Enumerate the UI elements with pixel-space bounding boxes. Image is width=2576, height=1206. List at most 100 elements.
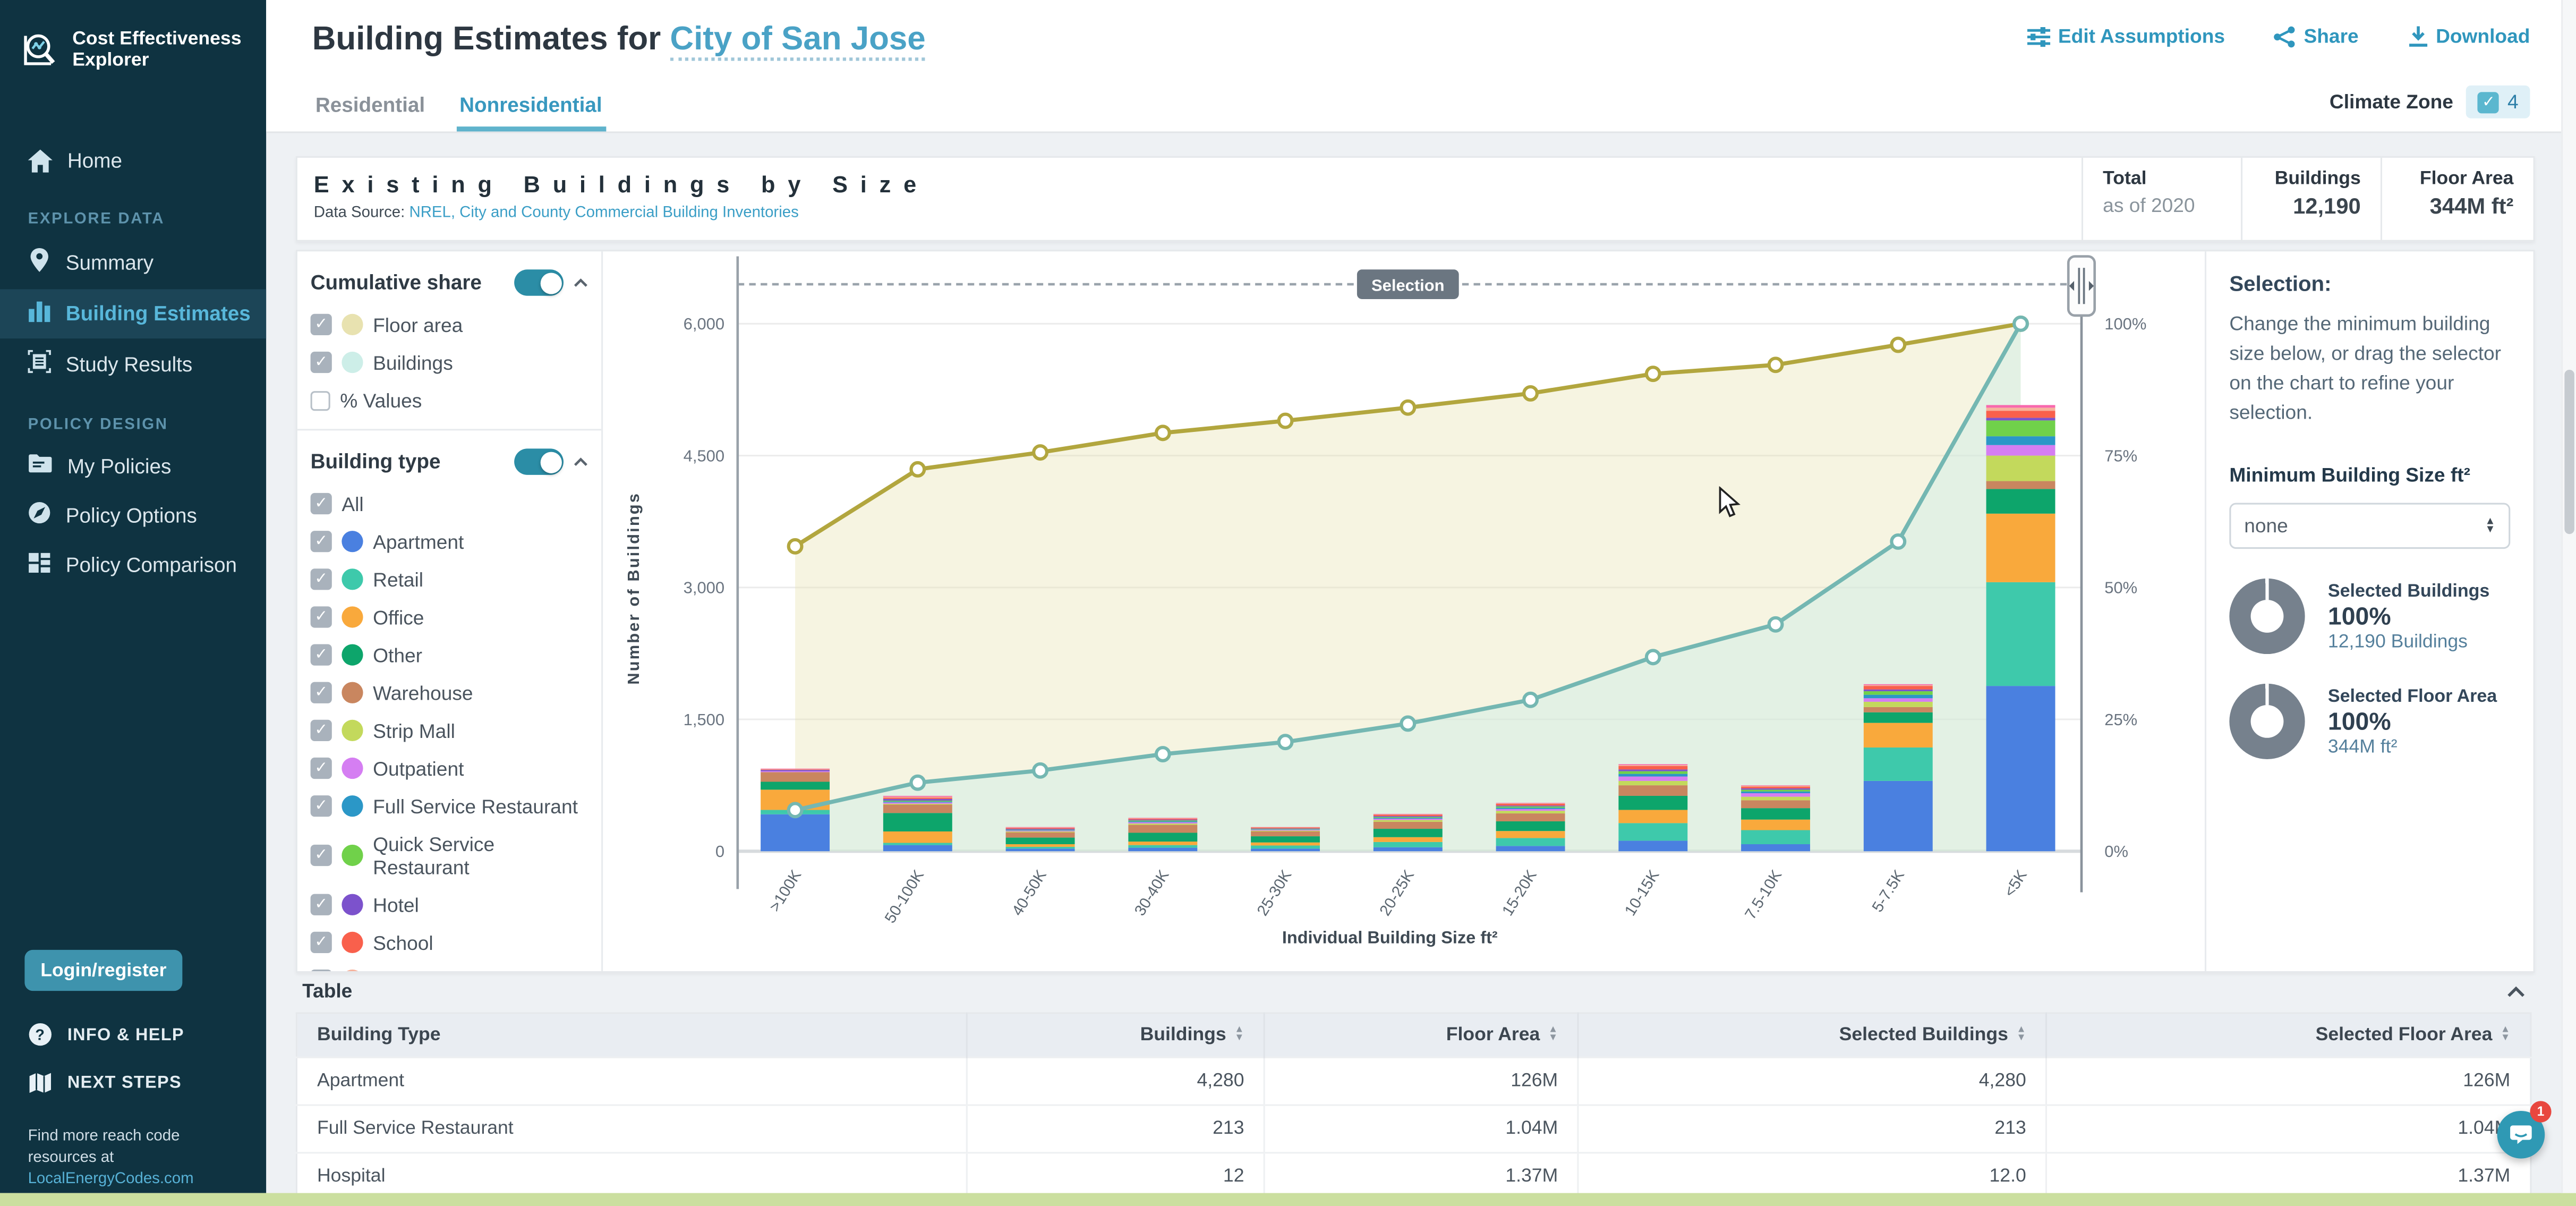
bar-segment-Office[interactable] xyxy=(1618,810,1687,823)
line-marker[interactable] xyxy=(1156,748,1170,761)
bar-segment-Supermarket[interactable] xyxy=(1864,685,1933,686)
bar-segment-Hotel[interactable] xyxy=(1128,820,1197,821)
bar-segment-Apartment[interactable] xyxy=(1986,686,2055,851)
tab-residential[interactable]: Residential xyxy=(312,84,429,132)
line-marker[interactable] xyxy=(789,803,802,817)
bar-segment-School[interactable] xyxy=(883,797,952,799)
bar-segment-Apartment[interactable] xyxy=(761,814,830,852)
bar-segment-Office[interactable] xyxy=(1374,837,1443,842)
bar-segment-Hotel[interactable] xyxy=(1741,788,1810,789)
share-button[interactable]: Share xyxy=(2274,24,2359,47)
bar-20-25K[interactable] xyxy=(1374,814,1443,851)
bar-segment-Office[interactable] xyxy=(1251,843,1320,846)
bar-segment-Apartment[interactable] xyxy=(1128,848,1197,852)
bar-segment-Other[interactable] xyxy=(761,782,830,790)
bar-segment-School[interactable] xyxy=(1496,804,1565,805)
filter-warehouse[interactable]: ✓Warehouse xyxy=(297,674,601,711)
line-marker[interactable] xyxy=(2014,317,2027,330)
bar-segment-School[interactable] xyxy=(1251,828,1320,829)
bar-segment-Supermarket[interactable] xyxy=(1986,407,2055,411)
chevron-up-icon[interactable] xyxy=(573,457,588,467)
line-marker[interactable] xyxy=(1279,414,1292,428)
bar-segment-Strip Mall[interactable] xyxy=(1374,820,1443,821)
bar-segment-Retail[interactable] xyxy=(883,843,952,845)
tab-nonresidential[interactable]: Nonresidential xyxy=(456,84,605,132)
checkbox-checked-icon[interactable]: ✓ xyxy=(311,606,332,627)
bar-segment-Warehouse[interactable] xyxy=(1128,825,1197,833)
bar-segment-Office[interactable] xyxy=(1741,820,1810,830)
checkbox-unchecked-icon[interactable] xyxy=(311,390,330,410)
sidebar-item-building-estimates[interactable]: Building Estimates xyxy=(0,289,266,338)
login-register-button[interactable]: Login/register xyxy=(24,950,182,991)
bar-segment-Apartment[interactable] xyxy=(1374,847,1443,851)
line-marker[interactable] xyxy=(1647,650,1660,664)
checkbox-checked-icon[interactable]: ✓ xyxy=(311,352,332,373)
filter-retail[interactable]: ✓Retail xyxy=(297,560,601,598)
bar-segment-Strip Mall[interactable] xyxy=(1864,702,1933,707)
checkbox-checked-icon[interactable]: ✓ xyxy=(311,894,332,915)
bar-segment-Retail[interactable] xyxy=(1496,838,1565,846)
bar-segment-School[interactable] xyxy=(1618,766,1687,770)
bar-segment-Hotel[interactable] xyxy=(1986,418,2055,420)
filter-apartment[interactable]: ✓Apartment xyxy=(297,523,601,560)
checkbox-checked-icon[interactable]: ✓ xyxy=(311,795,332,817)
cumulative-share-toggle[interactable] xyxy=(514,269,564,295)
chevron-up-icon[interactable] xyxy=(573,278,588,288)
column-header-floor-area[interactable]: Floor Area▲▼ xyxy=(1265,1013,1579,1058)
sort-icon[interactable]: ▲▼ xyxy=(1548,1027,1558,1043)
bar-segment-Outpatient[interactable] xyxy=(1128,822,1197,823)
bar-10-15K[interactable] xyxy=(1618,764,1687,851)
bar-segment-Strip Mall[interactable] xyxy=(1496,811,1565,813)
bar-segment-Hospital[interactable] xyxy=(1006,827,1075,828)
bar-segment-Supermarket[interactable] xyxy=(1741,786,1810,787)
checkbox-checked-icon[interactable]: ✓ xyxy=(311,682,332,703)
bar-segment-Other[interactable] xyxy=(1374,829,1443,837)
bar-segment-Full Service Restaurant[interactable] xyxy=(1006,830,1075,831)
line-marker[interactable] xyxy=(1401,401,1414,414)
bar-segment-Quick Service Restaurant[interactable] xyxy=(1128,820,1197,821)
bar-segment-School[interactable] xyxy=(761,769,830,770)
bar-segment-Apartment[interactable] xyxy=(1864,781,1933,851)
column-header-selected-floor-area[interactable]: Selected Floor Area▲▼ xyxy=(2046,1013,2531,1058)
bar-segment-Other[interactable] xyxy=(1741,808,1810,820)
line-marker[interactable] xyxy=(789,540,802,553)
edit-assumptions-button[interactable]: Edit Assumptions xyxy=(2027,24,2225,47)
bar-segment-Other[interactable] xyxy=(883,813,952,831)
city-selector-link[interactable]: City of San Jose xyxy=(670,21,925,61)
bar-segment-Other[interactable] xyxy=(1128,833,1197,842)
bar-segment-Strip Mall[interactable] xyxy=(1741,797,1810,801)
bar-segment-School[interactable] xyxy=(1128,819,1197,820)
bar-segment-Supermarket[interactable] xyxy=(883,797,952,798)
bar-segment-Apartment[interactable] xyxy=(1496,846,1565,851)
filter-fullservicerestaurant[interactable]: ✓Full Service Restaurant xyxy=(297,787,601,825)
bar-segment-Warehouse[interactable] xyxy=(883,805,952,813)
filter-stripmall[interactable]: ✓Strip Mall xyxy=(297,711,601,749)
bar-segment-Hospital[interactable] xyxy=(1986,405,2055,407)
bar-segment-Warehouse[interactable] xyxy=(761,772,830,782)
bar-segment-Office[interactable] xyxy=(1006,844,1075,847)
filter-outpatient[interactable]: ✓Outpatient xyxy=(297,749,601,787)
bar-segment-Full Service Restaurant[interactable] xyxy=(1986,436,2055,445)
filter-values[interactable]: % Values xyxy=(297,381,601,419)
bar-segment-Supermarket[interactable] xyxy=(761,769,830,770)
bar-segment-Outpatient[interactable] xyxy=(1618,777,1687,781)
filter-office[interactable]: ✓Office xyxy=(297,598,601,636)
bar-segment-Full Service Restaurant[interactable] xyxy=(1864,695,1933,699)
bar-segment-Other[interactable] xyxy=(1496,821,1565,831)
filter-other[interactable]: ✓Other xyxy=(297,636,601,674)
filter-floorarea[interactable]: ✓Floor area xyxy=(297,305,601,343)
bar-segment-Hotel[interactable] xyxy=(1496,805,1565,806)
bar-segment-Supermarket[interactable] xyxy=(1496,803,1565,804)
page-scrollbar[interactable] xyxy=(2561,0,2576,1193)
local-energy-codes-link[interactable]: LocalEnergyCodes.com xyxy=(28,1169,194,1187)
bar-segment-Hospital[interactable] xyxy=(1741,785,1810,786)
bar-segment-Office[interactable] xyxy=(1986,514,2055,582)
bar-segment-Retail[interactable] xyxy=(1864,748,1933,781)
bar-segment-Hotel[interactable] xyxy=(1006,829,1075,830)
sidebar-item-next-steps[interactable]: NEXT STEPS xyxy=(0,1072,182,1094)
checkbox-checked-icon[interactable]: ✓ xyxy=(311,644,332,665)
bar-segment-Other[interactable] xyxy=(1618,796,1687,810)
bar-segment-Quick Service Restaurant[interactable] xyxy=(1986,420,2055,436)
filter-all[interactable]: ✓All xyxy=(297,485,601,522)
bar-segment-Hotel[interactable] xyxy=(883,799,952,801)
